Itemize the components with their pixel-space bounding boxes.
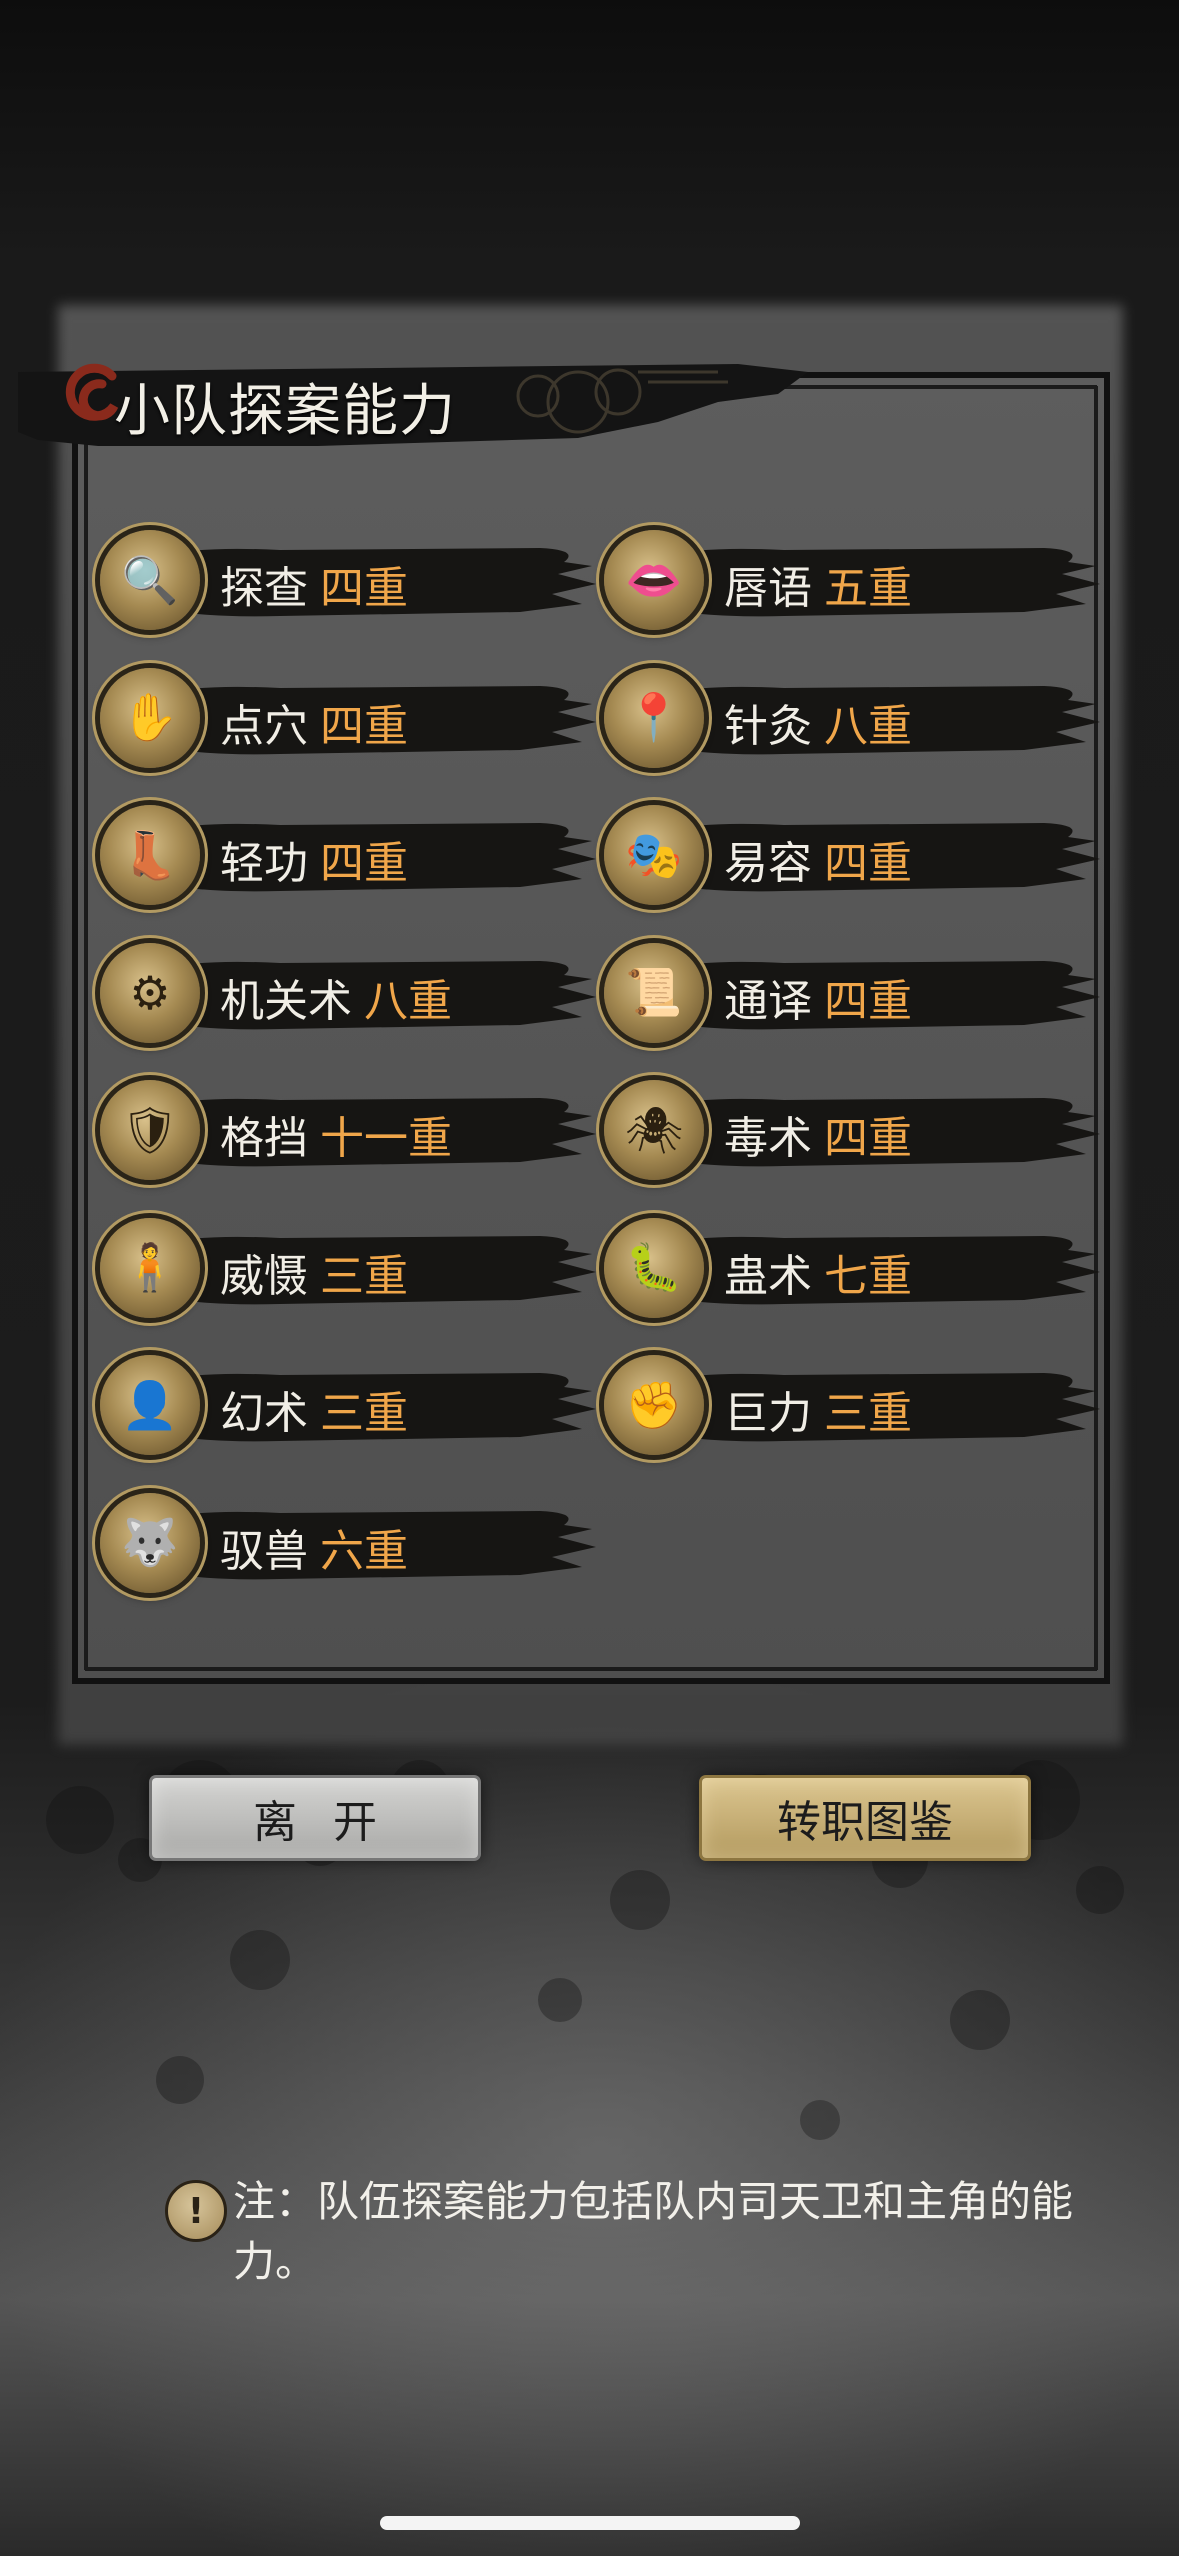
ability-name: 巨力: [724, 1388, 812, 1439]
home-indicator: [380, 2516, 800, 2530]
translate-icon: 📜: [604, 942, 704, 1043]
ability-name: 机关术: [220, 975, 352, 1027]
ability-level: 十一重: [320, 1113, 452, 1164]
ability-gu-worm[interactable]: 🐛 蛊术 七重: [604, 1214, 1104, 1324]
ability-lightness-skill[interactable]: 👢 轻功 四重: [100, 801, 600, 911]
ability-label: 蛊术 七重: [724, 1240, 912, 1304]
acupuncture-icon: 📍: [604, 667, 704, 768]
ability-label: 探查 四重: [220, 552, 408, 616]
ability-beast-taming-wolf[interactable]: 🐺 驭兽 六重: [100, 1489, 600, 1599]
panel-title: 小队探案能力: [114, 379, 456, 444]
ability-intimidate[interactable]: 🧍 威慑 三重: [100, 1214, 600, 1324]
ability-label: 针灸 八重: [724, 690, 912, 754]
ability-level: 七重: [824, 1250, 912, 1302]
exclamation-icon: !: [165, 2180, 227, 2242]
ability-poison-spider[interactable]: 🕷 毒术 四重: [604, 1076, 1104, 1186]
ability-label: 点穴 四重: [220, 690, 408, 754]
ability-label: 毒术 四重: [724, 1102, 912, 1166]
ability-level: 四重: [320, 838, 408, 889]
lip-reading-icon: 👄: [604, 530, 704, 630]
ability-level: 四重: [824, 1113, 912, 1164]
ability-label: 通译 四重: [724, 965, 912, 1029]
ability-acupuncture[interactable]: 📍 针灸 八重: [604, 664, 1104, 774]
ability-level: 三重: [824, 1388, 912, 1439]
illusion-hood-icon: 👤: [100, 1355, 200, 1455]
ability-label: 驭兽 六重: [220, 1515, 408, 1579]
screen: 小队探案能力 🔍 探查 四重 👄 唇语 五重 ✋ 点穴 四重 📍 针灸 八重 👢 轻功 四重 🎭 易容 四重 ⚙ 机关…: [0, 0, 1179, 2556]
ability-level: 四重: [824, 975, 912, 1027]
disguise-icon: 🎭: [604, 805, 704, 905]
ability-level: 四重: [320, 563, 408, 614]
ability-level: 三重: [320, 1388, 408, 1439]
ability-name: 威慑: [220, 1250, 308, 1302]
investigate-icon: 🔍: [100, 530, 200, 630]
intimidate-icon: 🧍: [100, 1217, 200, 1318]
ability-name: 易容: [724, 838, 812, 889]
ability-name: 格挡: [220, 1113, 308, 1164]
ability-level: 四重: [824, 838, 912, 889]
ability-label: 轻功 四重: [220, 827, 408, 891]
ability-block[interactable]: 🛡 格挡 十一重: [100, 1076, 600, 1186]
note-text: 注：队伍探案能力包括队内司天卫和主角的能力。: [233, 2177, 1074, 2286]
ability-strength-fist[interactable]: ✊ 巨力 三重: [604, 1351, 1104, 1461]
ability-level: 五重: [824, 563, 912, 614]
ability-name: 针灸: [724, 700, 812, 752]
ability-label: 易容 四重: [724, 827, 912, 891]
leave-button[interactable]: 离开: [152, 1778, 478, 1858]
ability-level: 三重: [320, 1250, 408, 1302]
lightness-skill-icon: 👢: [100, 805, 200, 905]
poison-spider-icon: 🕷: [604, 1080, 704, 1180]
block-icon: 🛡: [100, 1080, 200, 1180]
ability-level: 八重: [364, 975, 452, 1027]
ability-name: 通译: [724, 975, 812, 1027]
ability-investigate[interactable]: 🔍 探查 四重: [100, 526, 600, 636]
ability-name: 探查: [220, 563, 308, 614]
ability-label: 唇语 五重: [724, 552, 912, 616]
mechanism-icon: ⚙: [100, 942, 200, 1043]
ability-name: 轻功: [220, 838, 308, 889]
ability-label: 幻术 三重: [220, 1377, 408, 1441]
career-guide-button[interactable]: 转职图鉴: [702, 1778, 1028, 1858]
ability-translate[interactable]: 📜 通译 四重: [604, 939, 1104, 1049]
ability-level: 四重: [320, 700, 408, 752]
ability-disguise[interactable]: 🎭 易容 四重: [604, 801, 1104, 911]
ability-name: 蛊术: [724, 1250, 812, 1302]
ability-illusion-hood[interactable]: 👤 幻术 三重: [100, 1351, 600, 1461]
ability-name: 毒术: [724, 1113, 812, 1164]
ability-label: 巨力 三重: [724, 1377, 912, 1441]
strength-fist-icon: ✊: [604, 1355, 704, 1455]
ability-name: 幻术: [220, 1388, 308, 1439]
ability-label: 格挡 十一重: [220, 1102, 452, 1166]
beast-taming-wolf-icon: 🐺: [100, 1492, 200, 1593]
ability-label: 威慑 三重: [220, 1240, 408, 1304]
ability-acupoint[interactable]: ✋ 点穴 四重: [100, 664, 600, 774]
ability-level: 八重: [824, 700, 912, 752]
ability-label: 机关术 八重: [220, 965, 452, 1029]
ability-name: 唇语: [724, 563, 812, 614]
ability-name: 驭兽: [220, 1525, 308, 1577]
gu-worm-icon: 🐛: [604, 1217, 704, 1318]
ability-lip-reading[interactable]: 👄 唇语 五重: [604, 526, 1104, 636]
acupoint-icon: ✋: [100, 667, 200, 768]
ability-name: 点穴: [220, 700, 308, 752]
ability-level: 六重: [320, 1525, 408, 1577]
ability-mechanism[interactable]: ⚙ 机关术 八重: [100, 939, 600, 1049]
